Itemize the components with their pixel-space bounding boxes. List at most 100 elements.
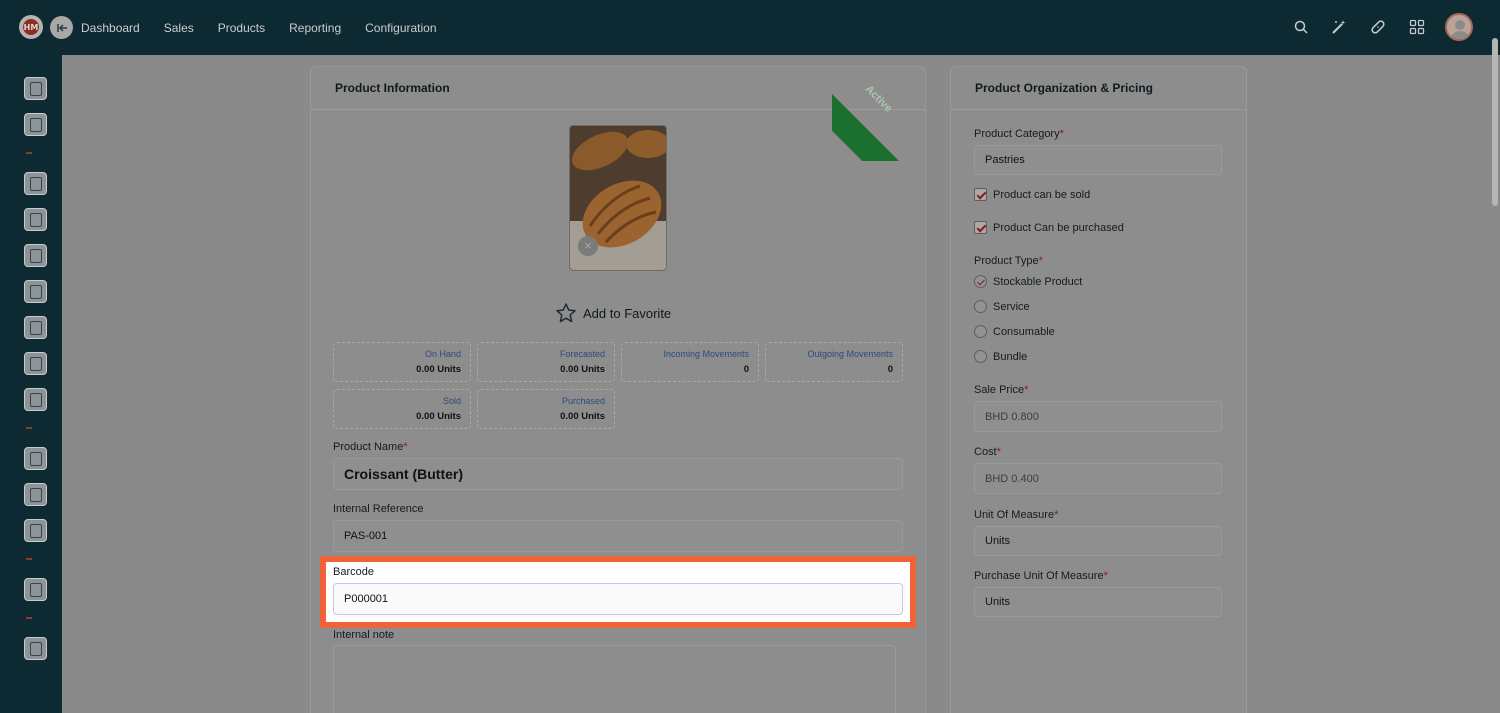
sale-price-input[interactable]: BHD 0.800 <box>974 401 1222 432</box>
stat-sold[interactable]: Sold 0.00 Units <box>333 389 471 429</box>
settings-icon[interactable] <box>24 578 47 601</box>
package-icon[interactable] <box>24 316 47 339</box>
product-type-label: Product Type* <box>974 255 1043 267</box>
stat-value: 0.00 Units <box>416 411 461 422</box>
required-mark: * <box>996 446 1001 458</box>
required-mark: * <box>1038 255 1043 267</box>
cost-label: Cost* <box>974 446 1001 458</box>
avatar-body <box>1450 31 1470 39</box>
checkbox-checked <box>974 188 987 201</box>
radio-selected <box>974 275 987 288</box>
folder-icon[interactable] <box>24 483 47 506</box>
category-label-text: Product Category <box>974 128 1060 140</box>
bandage-icon[interactable] <box>1370 19 1386 35</box>
purchase-uom-label-text: Purchase Unit Of Measure <box>974 570 1104 582</box>
logout-icon[interactable] <box>24 637 47 660</box>
stat-value: 0.00 Units <box>416 364 461 375</box>
stat-forecasted[interactable]: Forecasted 0.00 Units <box>477 342 615 382</box>
add-to-favorite-button[interactable]: Add to Favorite <box>555 302 671 324</box>
card-header: Product Organization & Pricing <box>951 67 1246 110</box>
nav-products[interactable]: Products <box>218 21 265 35</box>
radio-consumable[interactable]: Consumable <box>974 325 1055 338</box>
stat-purchased[interactable]: Purchased 0.00 Units <box>477 389 615 429</box>
stat-label: On Hand <box>424 349 461 359</box>
checkbox-label: Product can be sold <box>993 188 1091 201</box>
internal-note-textarea[interactable] <box>333 645 896 713</box>
radio-stockable-product[interactable]: Stockable Product <box>974 275 1082 288</box>
product-name-label: Product Name* <box>333 441 408 453</box>
product-category-label: Product Category* <box>974 128 1064 140</box>
checkbox-label: Product Can be purchased <box>993 221 1124 234</box>
documents-icon[interactable] <box>24 280 47 303</box>
product-name-input[interactable]: Croissant (Butter) <box>333 458 903 490</box>
card-title: Product Information <box>335 81 450 95</box>
nav-sales[interactable]: Sales <box>164 21 194 35</box>
sidebar-divider <box>26 617 32 619</box>
avatar-head <box>1455 20 1465 30</box>
register-icon[interactable] <box>24 519 47 542</box>
app-logo-mark: HM <box>23 19 39 35</box>
unit-of-measure-select[interactable]: Units <box>974 526 1222 556</box>
page-scrollbar[interactable] <box>1492 38 1498 206</box>
magic-wand-icon[interactable] <box>1331 19 1347 35</box>
stat-value: 0.00 Units <box>560 411 605 422</box>
product-category-select[interactable]: Pastries <box>974 145 1222 175</box>
unit-of-measure-label: Unit Of Measure* <box>974 509 1058 521</box>
internal-note-label: Internal note <box>333 629 395 641</box>
apps-grid-icon[interactable] <box>1409 19 1425 35</box>
reports-chart-icon[interactable] <box>24 208 47 231</box>
stat-value: 0.00 Units <box>560 364 605 375</box>
left-sidebar <box>0 55 62 713</box>
customers-icon[interactable] <box>24 172 47 195</box>
radio-unselected <box>974 300 987 313</box>
user-avatar[interactable] <box>1445 13 1473 41</box>
sidebar-toggle-button[interactable] <box>50 16 73 39</box>
purchase-uom-select[interactable]: Units <box>974 587 1222 617</box>
pos-icon[interactable] <box>24 77 47 100</box>
stat-outgoing-movements[interactable]: Outgoing Movements 0 <box>765 342 903 382</box>
required-mark: * <box>1059 128 1064 140</box>
app-logo[interactable]: HM <box>19 15 43 39</box>
barcode-input[interactable]: P000001 <box>333 583 903 615</box>
search-icon[interactable] <box>1293 19 1309 35</box>
card-title: Product Organization & Pricing <box>975 81 1154 95</box>
remove-image-button[interactable]: × <box>578 236 598 256</box>
status-badge: Active <box>862 83 895 115</box>
sale-price-label-text: Sale Price <box>974 384 1025 396</box>
sidebar-divider <box>26 427 32 429</box>
stat-label: Sold <box>442 396 461 406</box>
nav-configuration[interactable]: Configuration <box>365 21 436 35</box>
sidebar-divider <box>26 152 32 154</box>
stat-label: Outgoing Movements <box>807 349 893 359</box>
product-image[interactable]: × <box>569 125 667 271</box>
radio-label: Bundle <box>993 350 1028 363</box>
radio-label: Stockable Product <box>993 275 1083 288</box>
support-icon[interactable] <box>24 447 47 470</box>
stat-on-hand[interactable]: On Hand 0.00 Units <box>333 342 471 382</box>
can-be-sold-checkbox[interactable]: Product can be sold <box>974 188 1090 201</box>
nav-dashboard[interactable]: Dashboard <box>81 21 140 35</box>
internal-reference-input[interactable]: PAS-001 <box>333 520 903 552</box>
tickets-icon[interactable] <box>24 352 47 375</box>
nav-reporting[interactable]: Reporting <box>289 21 341 35</box>
status-ribbon: Active <box>832 66 927 161</box>
radio-service[interactable]: Service <box>974 300 1030 313</box>
orders-icon[interactable] <box>24 113 47 136</box>
uom-label-text: Unit Of Measure <box>974 509 1055 521</box>
can-be-purchased-checkbox[interactable]: Product Can be purchased <box>974 221 1124 234</box>
required-mark: * <box>1024 384 1029 396</box>
radio-label: Service <box>993 300 1030 313</box>
cost-label-text: Cost <box>974 446 997 458</box>
required-mark: * <box>1103 570 1108 582</box>
sidebar-divider <box>26 558 32 560</box>
collapse-arrow-icon <box>56 23 67 32</box>
stat-label: Forecasted <box>559 349 605 359</box>
cost-input[interactable]: BHD 0.400 <box>974 463 1222 494</box>
radio-bundle[interactable]: Bundle <box>974 350 1027 363</box>
main-nav: Dashboard Sales Products Reporting Confi… <box>81 0 461 55</box>
stat-incoming-movements[interactable]: Incoming Movements 0 <box>621 342 759 382</box>
barcode-label: Barcode <box>333 566 374 578</box>
invoice-icon[interactable] <box>24 244 47 267</box>
product-type-label-text: Product Type <box>974 255 1039 267</box>
search-user-icon[interactable] <box>24 388 47 411</box>
